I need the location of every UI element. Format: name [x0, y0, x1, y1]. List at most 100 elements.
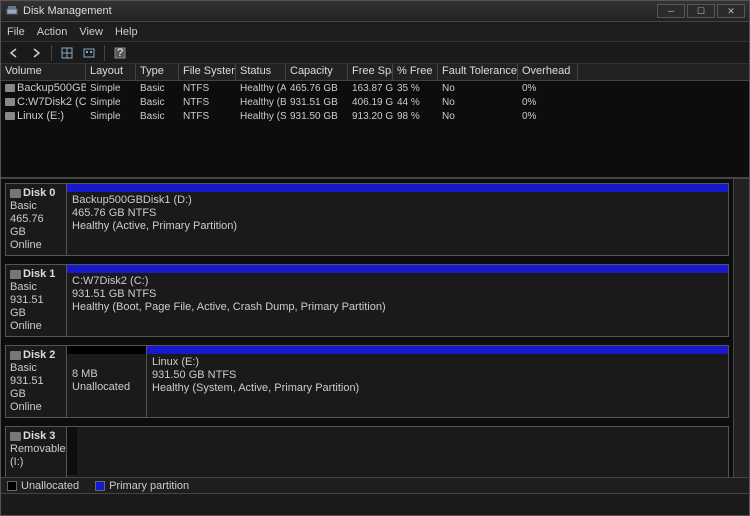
- vol-name: Backup500GBDisk...: [17, 82, 86, 94]
- partition-strip-primary: [147, 346, 728, 354]
- disk-info[interactable]: Disk 2 Basic 931.51 GB Online: [5, 345, 67, 418]
- partition-unallocated[interactable]: 8 MB Unallocated: [67, 346, 147, 417]
- partition-status: Healthy (Active, Primary Partition): [72, 220, 237, 232]
- back-button[interactable]: [5, 44, 23, 62]
- volume-row[interactable]: Backup500GBDisk... Simple Basic NTFS Hea…: [1, 81, 749, 95]
- partition[interactable]: Linux (E:) 931.50 GB NTFS Healthy (Syste…: [147, 346, 728, 417]
- toolbar-separator: [104, 45, 105, 61]
- help-button[interactable]: ?: [111, 44, 129, 62]
- col-filesystem[interactable]: File System: [179, 64, 236, 80]
- disk-icon: [10, 351, 21, 360]
- disk-icon: [10, 189, 21, 198]
- partition-size: 465.76 GB NTFS: [72, 207, 156, 219]
- minimize-button[interactable]: ─: [657, 4, 685, 18]
- partition-size: 8 MB: [72, 368, 98, 380]
- volume-icon: [5, 98, 15, 106]
- col-layout[interactable]: Layout: [86, 64, 136, 80]
- partition[interactable]: C:W7Disk2 (C:) 931.51 GB NTFS Healthy (B…: [67, 265, 728, 336]
- legend-primary: Primary partition: [109, 480, 189, 492]
- col-status[interactable]: Status: [236, 64, 286, 80]
- statusbar: [1, 493, 749, 515]
- vol-layout: Simple: [86, 97, 136, 108]
- legend: Unallocated Primary partition: [1, 477, 749, 493]
- close-button[interactable]: ✕: [717, 4, 745, 18]
- col-type[interactable]: Type: [136, 64, 179, 80]
- volume-row[interactable]: C:W7Disk2 (C:) Simple Basic NTFS Healthy…: [1, 95, 749, 109]
- partition-title: Backup500GBDisk1 (D:): [72, 194, 192, 206]
- vol-layout: Simple: [86, 111, 136, 122]
- disk-size: 931.51 GB: [10, 375, 44, 400]
- maximize-button[interactable]: ☐: [687, 4, 715, 18]
- toolbar: ?: [1, 42, 749, 64]
- col-capacity[interactable]: Capacity: [286, 64, 348, 80]
- svg-text:?: ?: [117, 47, 123, 59]
- menu-view[interactable]: View: [79, 26, 103, 38]
- window-title: Disk Management: [23, 5, 657, 17]
- vol-cap: 931.50 GB: [286, 111, 348, 122]
- disk-icon: [10, 432, 21, 441]
- vol-cap: 465.76 GB: [286, 83, 348, 94]
- col-pctfree[interactable]: % Free: [393, 64, 438, 80]
- disk-type: Removable (I:): [10, 443, 66, 468]
- menu-action[interactable]: Action: [37, 26, 68, 38]
- disk-size: 931.51 GB: [10, 294, 44, 319]
- partition-size: 931.50 GB NTFS: [152, 369, 236, 381]
- disk-management-window: Disk Management ─ ☐ ✕ File Action View H…: [0, 0, 750, 516]
- vol-over: 0%: [518, 97, 578, 108]
- menu-help[interactable]: Help: [115, 26, 138, 38]
- vol-status: Healthy (A...: [236, 83, 286, 94]
- vol-type: Basic: [136, 83, 179, 94]
- menu-file[interactable]: File: [7, 26, 25, 38]
- partition-status: Healthy (Boot, Page File, Active, Crash …: [72, 301, 386, 313]
- vol-free: 913.20 GB: [348, 111, 393, 122]
- app-icon: [5, 4, 19, 18]
- refresh-button[interactable]: [58, 44, 76, 62]
- vol-cap: 931.51 GB: [286, 97, 348, 108]
- vol-fs: NTFS: [179, 97, 236, 108]
- disk-type: Basic: [10, 362, 37, 374]
- col-fault[interactable]: Fault Tolerance: [438, 64, 518, 80]
- disk-info[interactable]: Disk 0 Basic 465.76 GB Online: [5, 183, 67, 256]
- disk-row: Disk 3 Removable (I:) No Media: [5, 426, 729, 477]
- col-freespace[interactable]: Free Spa...: [348, 64, 393, 80]
- col-volume[interactable]: Volume: [1, 64, 86, 80]
- vol-fault: No: [438, 97, 518, 108]
- disk-info[interactable]: Disk 1 Basic 931.51 GB Online: [5, 264, 67, 337]
- volume-list-pane: Volume Layout Type File System Status Ca…: [1, 64, 749, 179]
- legend-unallocated: Unallocated: [21, 480, 79, 492]
- vol-free: 163.87 GB: [348, 83, 393, 94]
- toolbar-separator: [51, 45, 52, 61]
- partition-strip-unallocated: [67, 346, 146, 354]
- disk-info[interactable]: Disk 3 Removable (I:) No Media: [5, 426, 67, 477]
- legend-swatch-unallocated: [7, 481, 17, 491]
- disk-row: Disk 1 Basic 931.51 GB Online C:W7Disk2 …: [5, 264, 729, 337]
- volume-icon: [5, 84, 15, 92]
- vol-free: 406.19 GB: [348, 97, 393, 108]
- disk-name: Disk 2: [23, 349, 55, 361]
- forward-button[interactable]: [27, 44, 45, 62]
- legend-swatch-primary: [95, 481, 105, 491]
- titlebar[interactable]: Disk Management ─ ☐ ✕: [1, 1, 749, 22]
- disk-row: Disk 2 Basic 931.51 GB Online 8 MB Unall…: [5, 345, 729, 418]
- partition-empty[interactable]: [67, 426, 729, 477]
- disk-state: Online: [10, 320, 42, 332]
- vol-status: Healthy (B...: [236, 97, 286, 108]
- vol-fs: NTFS: [179, 111, 236, 122]
- partition-strip-primary: [67, 265, 728, 273]
- partition-title: C:W7Disk2 (C:): [72, 275, 148, 287]
- settings-button[interactable]: [80, 44, 98, 62]
- vol-pct: 44 %: [393, 97, 438, 108]
- disk-icon: [10, 270, 21, 279]
- vertical-scrollbar[interactable]: [733, 179, 749, 477]
- disk-name: Disk 3: [23, 430, 55, 442]
- disk-name: Disk 0: [23, 187, 55, 199]
- partition[interactable]: Backup500GBDisk1 (D:) 465.76 GB NTFS Hea…: [67, 184, 728, 255]
- disk-state: Online: [10, 239, 42, 251]
- volume-rows: Backup500GBDisk... Simple Basic NTFS Hea…: [1, 81, 749, 123]
- graphical-pane: Disk 0 Basic 465.76 GB Online Backup500G…: [1, 179, 749, 477]
- col-overhead[interactable]: Overhead: [518, 64, 578, 80]
- vol-type: Basic: [136, 97, 179, 108]
- disk-name: Disk 1: [23, 268, 55, 280]
- partition-status: Healthy (System, Active, Primary Partiti…: [152, 382, 359, 394]
- volume-row[interactable]: Linux (E:) Simple Basic NTFS Healthy (S.…: [1, 109, 749, 123]
